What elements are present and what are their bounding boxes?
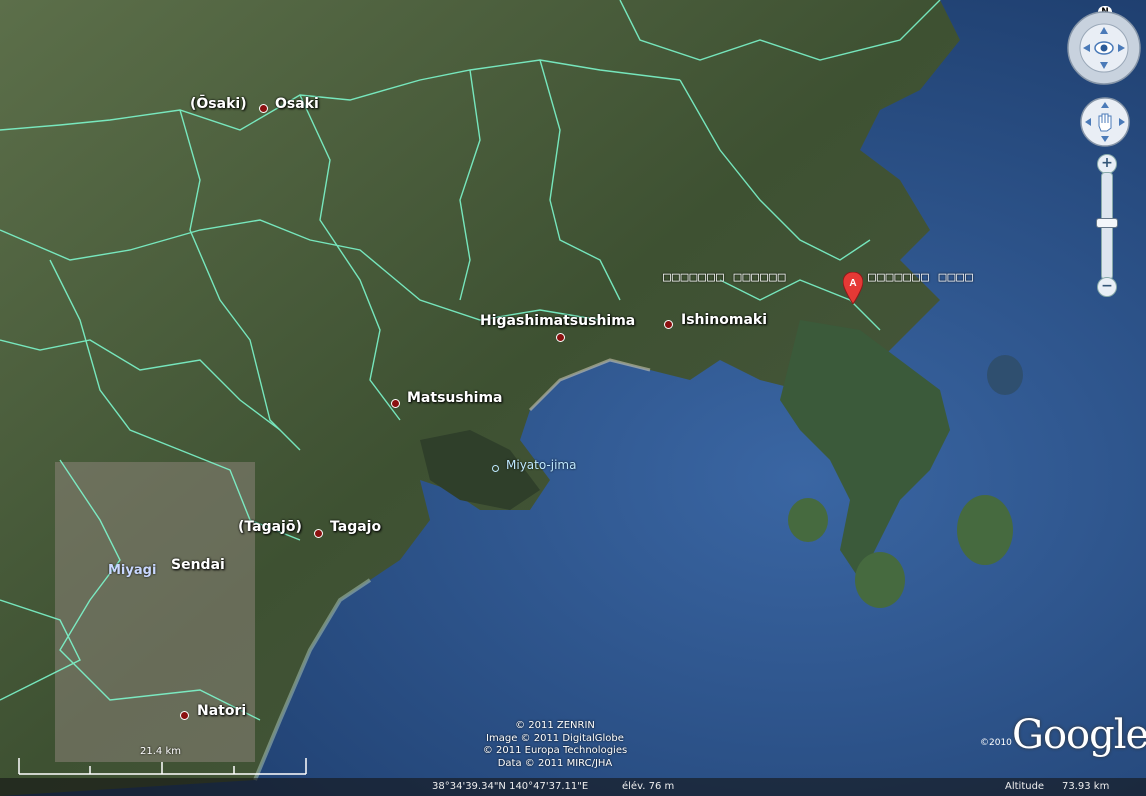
credit-mirc: Data © 2011 MIRC/JHA	[497, 757, 613, 769]
altitude-label: Altitude	[1005, 781, 1045, 792]
label-tagajo[interactable]: Tagajo	[330, 519, 381, 535]
label-miyato-jima[interactable]: Miyato-jima	[506, 458, 576, 472]
label-tagajo-jp: (Tagajō)	[238, 519, 302, 535]
island-south	[855, 552, 905, 608]
city-marker-natori[interactable]	[180, 711, 189, 720]
altitude-value: 73.93 km	[1062, 781, 1110, 792]
city-marker-ishinomaki[interactable]	[664, 320, 673, 329]
zoom-slider-handle[interactable]	[1096, 218, 1118, 228]
credit-europa: © 2011 Europa Technologies	[482, 745, 628, 756]
zoom-out-button[interactable]: −	[1097, 277, 1117, 297]
credit-digitalglobe: Image © 2011 DigitalGlobe	[486, 732, 624, 744]
scale-bar	[18, 758, 307, 775]
zoom-in-button[interactable]: +	[1097, 154, 1117, 174]
hand-icon	[1080, 97, 1130, 147]
move-control[interactable]	[1079, 96, 1131, 152]
label-osaki[interactable]: Osaki	[275, 96, 319, 112]
search-result-label-left: □□□□□□□ □□□□□□	[663, 270, 787, 285]
pointer-elevation: élév. 76 m	[622, 781, 675, 792]
city-marker-osaki[interactable]	[259, 104, 268, 113]
google-logo: Google	[1012, 712, 1146, 758]
island-west	[788, 498, 828, 542]
eye-icon	[1067, 11, 1141, 85]
label-sendai[interactable]: Sendai	[171, 557, 225, 573]
pointer-coordinates: 38°34'39.34"N 140°47'37.11"E	[432, 781, 589, 792]
imagery-credits: © 2011 ZENRIN Image © 2011 DigitalGlobe …	[480, 720, 630, 770]
island-east	[987, 355, 1023, 395]
pin-letter: A	[849, 278, 856, 289]
island-kinkasan	[957, 495, 1013, 565]
look-control[interactable]	[1066, 10, 1142, 90]
label-natori[interactable]: Natori	[197, 703, 246, 719]
city-marker-higashimatsushima[interactable]	[556, 333, 565, 342]
label-matsushima[interactable]: Matsushima	[407, 390, 503, 406]
label-higashimatsushima[interactable]: Higashimatsushima	[480, 313, 635, 329]
label-ishinomaki[interactable]: Ishinomaki	[681, 312, 767, 328]
label-miyagi[interactable]: Miyagi	[108, 563, 156, 578]
city-marker-matsushima[interactable]	[391, 399, 400, 408]
logo-year: ©2010	[980, 738, 1012, 748]
label-osaki-jp: (Ōsaki)	[190, 96, 247, 112]
satellite-map[interactable]	[0, 0, 1146, 796]
credit-zenrin: © 2011 ZENRIN	[515, 720, 595, 731]
search-result-label-right: □□□□□□□ □□□□	[868, 270, 974, 285]
status-bar: 38°34'39.34"N 140°47'37.11"E élév. 76 m …	[0, 778, 1146, 796]
map-pin-icon: A	[842, 271, 864, 305]
island-marker-miyato-jima[interactable]	[492, 465, 499, 472]
city-marker-tagajo[interactable]	[314, 529, 323, 538]
search-result-pin[interactable]: A	[842, 271, 864, 308]
